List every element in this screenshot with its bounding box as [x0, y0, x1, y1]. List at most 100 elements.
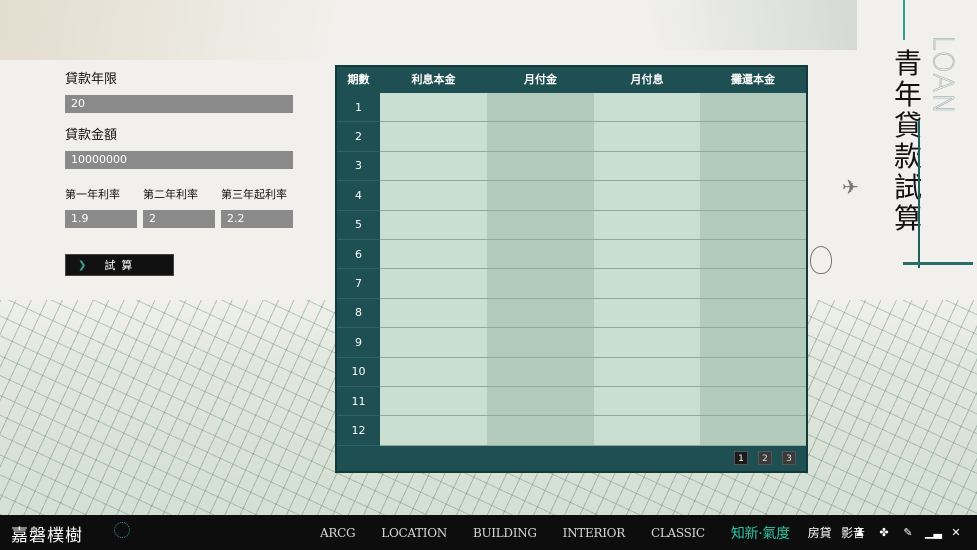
paper-plane-icon: ✈ — [842, 175, 859, 199]
amount-label: 貸款金額 — [65, 128, 118, 143]
amount-input[interactable]: 10000000 — [65, 151, 293, 169]
table-header-cell: 月付息 — [630, 73, 664, 86]
table-cell — [380, 328, 487, 358]
table-header-cell: 期數 — [347, 73, 370, 86]
table-cell — [700, 298, 806, 329]
table-cell — [380, 181, 487, 211]
table-row: 9 — [337, 328, 806, 358]
side-bottom-line — [903, 262, 973, 265]
period-cell: 9 — [337, 328, 380, 358]
table-row: 1 — [337, 93, 806, 123]
nav-item[interactable]: INTERIOR — [563, 526, 626, 540]
rate3-label: 第三年起利率 — [221, 188, 287, 201]
page-button[interactable]: 1 — [734, 451, 748, 465]
table-cell — [594, 416, 700, 446]
main-nav: ARCG LOCATION BUILDING INTERIOR CLASSIC 知新·氣度… — [320, 515, 875, 550]
table-cell — [380, 210, 487, 240]
rate3-input[interactable]: 2.2 — [221, 210, 293, 228]
table-row: 2 — [337, 122, 806, 152]
nav-item-accent[interactable]: 知新·氣度 — [731, 523, 790, 543]
chart-icon[interactable]: ▁▃ — [925, 526, 942, 539]
rate2-group: 第二年利率 2 — [143, 186, 215, 228]
table-cell — [700, 328, 806, 358]
brand-logo[interactable]: 嘉磐樸樹 — [11, 521, 83, 546]
loan-schedule-table: 期數 利息本金 月付金 月付息 攤還本金 1 2 3 4 5 6 7 8 9 10 11 12 123 — [335, 65, 808, 473]
table-cell — [594, 386, 700, 417]
table-cell — [487, 269, 594, 299]
rate2-input[interactable]: 2 — [143, 210, 215, 228]
table-cell — [700, 210, 806, 240]
table-cell — [380, 298, 487, 329]
nav-item[interactable]: LOCATION — [381, 526, 447, 540]
years-input[interactable]: 20 — [65, 95, 293, 113]
years-field-group: 貸款年限 20 — [65, 68, 293, 113]
link-icon[interactable]: ✎ — [901, 526, 915, 539]
table-cell — [700, 357, 806, 387]
rate1-input[interactable]: 1.9 — [65, 210, 137, 228]
side-divider-line — [918, 120, 920, 268]
table-cell — [380, 122, 487, 152]
close-icon[interactable]: ✕ — [949, 526, 963, 539]
table-cell — [487, 93, 594, 123]
table-body: 1 2 3 4 5 6 7 8 9 10 11 12 — [337, 93, 806, 446]
table-row: 3 — [337, 151, 806, 182]
table-cell — [594, 269, 700, 299]
table-cell — [487, 122, 594, 152]
page-button[interactable]: 3 — [782, 451, 796, 465]
calculate-button[interactable]: ❯ 試算 — [65, 254, 174, 276]
table-cell — [700, 122, 806, 152]
page-button[interactable]: 2 — [758, 451, 772, 465]
period-cell: 4 — [337, 181, 380, 211]
table-row: 8 — [337, 298, 806, 329]
table-row: 10 — [337, 357, 806, 387]
table-cell — [594, 210, 700, 240]
amount-field-group: 貸款金額 10000000 — [65, 124, 293, 169]
table-cell — [487, 416, 594, 446]
table-cell — [594, 239, 700, 270]
table-header-cell: 攤還本金 — [731, 73, 775, 86]
table-cell — [594, 151, 700, 182]
puzzle-icon[interactable]: ✤ — [877, 526, 891, 539]
nav-item[interactable]: CLASSIC — [651, 526, 705, 540]
person-icon[interactable]: ♟ — [853, 526, 867, 539]
rate1-label: 第一年利率 — [65, 188, 120, 201]
side-accent-line — [903, 0, 905, 40]
table-cell — [594, 93, 700, 123]
table-cell — [380, 416, 487, 446]
period-cell: 8 — [337, 299, 380, 329]
table-row: 6 — [337, 239, 806, 270]
table-cell — [487, 357, 594, 387]
period-cell: 5 — [337, 211, 380, 240]
table-cell — [700, 181, 806, 211]
table-cell — [700, 93, 806, 123]
calculate-button-label: 試算 — [104, 259, 139, 272]
table-cell — [487, 239, 594, 270]
bg-brush-stroke — [0, 0, 420, 60]
table-cell — [380, 386, 487, 417]
rate3-group: 第三年起利率 2.2 — [221, 186, 293, 228]
period-cell: 6 — [337, 240, 380, 270]
nav-item-cn[interactable]: 房貸 — [808, 524, 832, 541]
table-header-cell: 利息本金 — [411, 73, 456, 86]
table-cell — [487, 151, 594, 182]
table-cell — [700, 151, 806, 182]
table-cell — [594, 357, 700, 387]
table-header-cell: 月付金 — [524, 73, 557, 86]
table-cell — [487, 328, 594, 358]
table-row: 11 — [337, 386, 806, 417]
period-cell: 12 — [337, 416, 380, 446]
years-label: 貸款年限 — [65, 72, 118, 87]
period-cell: 1 — [337, 93, 380, 123]
table-cell — [487, 298, 594, 329]
nav-item[interactable]: BUILDING — [473, 526, 537, 540]
nav-item[interactable]: ARCG — [320, 526, 356, 540]
table-cell — [487, 210, 594, 240]
table-cell — [594, 181, 700, 211]
rate1-group: 第一年利率 1.9 — [65, 186, 137, 228]
table-cell — [380, 239, 487, 270]
utility-icons: ♟ ✤ ✎ ▁▃ ✕ — [853, 515, 963, 550]
arrow-right-icon: ❯ — [78, 259, 87, 271]
table-cell — [380, 151, 487, 182]
table-cell — [594, 122, 700, 152]
period-cell: 11 — [337, 387, 380, 417]
